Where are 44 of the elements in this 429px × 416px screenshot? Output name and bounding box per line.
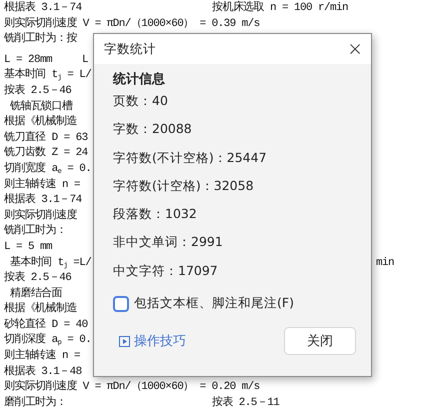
document-line: 根据《机械制造 [4, 115, 77, 130]
document-line: 根据表 3.1－48 [4, 364, 82, 380]
section-heading: 统计信息 [113, 70, 166, 88]
stat-text: 字符数(不计空格)：25447 [113, 150, 267, 165]
document-line: 砂轮直径 D = 40 [4, 318, 88, 332]
document-line: 根据表 3.1－74 [4, 193, 82, 208]
document-line: 铣削工时为：按 [4, 32, 77, 48]
document-line: 则实际切削速度 [4, 208, 77, 224]
document-line: 基本时间 t$_{j}$ = L/ [4, 68, 92, 84]
play-icon [119, 336, 130, 347]
document-line: 按表 2.5－46 [4, 84, 72, 99]
document-line: 则主轴转速 n = [4, 349, 80, 364]
document-line: 根据《机械制造 [4, 302, 77, 318]
document-line: 铣刀齿数 Z = 24 [4, 146, 88, 162]
checkbox-label[interactable]: 包括文本框、脚注和尾注(F) [134, 295, 294, 312]
document-line: 则主轴转速 n = [4, 178, 80, 193]
document-line: 根据表 3.1－74 [4, 1, 82, 16]
document-line: 铣刀直径 D = 63 [4, 130, 88, 146]
document-line: 则实际切削速度 V = πDn/（1000×60） = 0.20 m/s [4, 380, 260, 396]
document-line: 按表 2.5－11 [212, 396, 280, 411]
stat-text: 页数：40 [113, 93, 168, 108]
document-line: min [376, 256, 394, 270]
tips-link[interactable]: 操作技巧 [134, 332, 186, 350]
document-line: 切削深度 a$_{p}$ = 0. [4, 333, 92, 348]
stat-text: 字符数(计空格)：32058 [113, 178, 254, 193]
document-line: 则实际切削速度 V = πDn/（1000×60） = 0.39 m/s [4, 16, 260, 32]
stat-text: 非中文单词：2991 [113, 234, 223, 250]
document-line: 基本时间 t$_{j}$ =L/ [9, 256, 92, 271]
window-title: 字数统计 [104, 40, 156, 58]
close-button[interactable]: 关闭 [284, 327, 356, 356]
document-line: 按机床选取 n = 100 r/min [212, 1, 348, 16]
stat-text: 中文字符：17097 [113, 262, 218, 278]
document-line: 精磨结合面 [9, 286, 62, 302]
document-line: 按表 2.5－46 [4, 271, 72, 286]
document-line: 磨削工时为： [4, 396, 66, 411]
checkbox[interactable] [113, 296, 129, 312]
document-line: L = 5 mm [4, 240, 52, 255]
stat-text: 字数：20088 [113, 121, 192, 136]
document-line: 铣轴瓦锁口槽 [9, 100, 72, 115]
document-line: 铣削工时为： [4, 224, 66, 240]
document-line: L = 28mm L [4, 52, 88, 68]
document-line: 切削宽度 a$_{e}$ = 0. [4, 162, 92, 178]
stat-text: 段落数：1032 [113, 206, 197, 222]
close-icon[interactable]: × [347, 40, 363, 58]
